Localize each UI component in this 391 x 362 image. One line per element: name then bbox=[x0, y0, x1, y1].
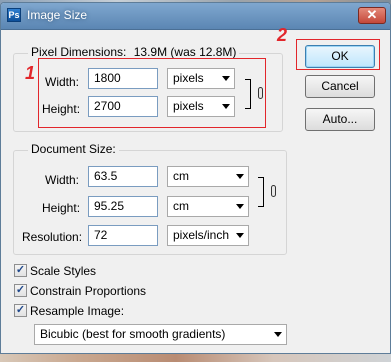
resample-image-label[interactable]: Resample Image: bbox=[30, 304, 124, 318]
document-size-label: Document Size: bbox=[28, 142, 119, 156]
scale-styles-checkbox[interactable]: ✓ bbox=[14, 264, 27, 277]
resolution-input[interactable]: 72 bbox=[88, 225, 158, 246]
document-height-unit-select[interactable]: cm bbox=[167, 196, 249, 217]
document-width-unit-value: cm bbox=[173, 169, 189, 183]
annotation-number-1: 1 bbox=[25, 63, 36, 83]
chain-link-icon bbox=[271, 185, 276, 197]
resample-method-value: Bicubic (best for smooth gradients) bbox=[40, 327, 226, 341]
document-link-bracket bbox=[258, 177, 264, 207]
chevron-down-icon bbox=[236, 204, 244, 209]
document-height-unit-value: cm bbox=[173, 199, 189, 213]
auto-button[interactable]: Auto... bbox=[305, 108, 375, 131]
scale-styles-label[interactable]: Scale Styles bbox=[30, 264, 96, 278]
pixel-dimensions-value: 13.9M (was 12.8M) bbox=[133, 45, 237, 59]
resample-image-checkbox[interactable]: ✓ bbox=[14, 304, 27, 317]
resample-method-select[interactable]: Bicubic (best for smooth gradients) bbox=[34, 324, 287, 345]
annotation-box-ok bbox=[296, 39, 380, 70]
close-button[interactable]: ✕ bbox=[358, 7, 386, 24]
chevron-down-icon bbox=[236, 174, 244, 179]
document-width-unit-select[interactable]: cm bbox=[167, 166, 249, 187]
constrain-proportions-checkbox[interactable]: ✓ bbox=[14, 284, 27, 297]
chevron-down-icon bbox=[274, 332, 282, 337]
cancel-button[interactable]: Cancel bbox=[305, 75, 375, 98]
pixel-dimensions-header: Pixel Dimensions: 13.9M (was 12.8M) bbox=[28, 45, 240, 59]
resolution-label: Resolution: bbox=[22, 230, 83, 244]
document-width-label: Width: bbox=[45, 173, 80, 187]
annotation-box-pixel-dimensions bbox=[38, 58, 266, 128]
constrain-proportions-label[interactable]: Constrain Proportions bbox=[30, 284, 146, 298]
document-width-input[interactable]: 63.5 bbox=[88, 166, 158, 187]
pixel-dimensions-label: Pixel Dimensions: bbox=[31, 45, 127, 59]
title-bar[interactable]: Ps Image Size ✕ bbox=[1, 3, 390, 30]
annotation-number-2: 2 bbox=[277, 25, 288, 45]
image-size-dialog: Ps Image Size ✕ Pixel Dimensions: 13.9M … bbox=[0, 2, 391, 354]
resolution-unit-select[interactable]: pixels/inch bbox=[167, 225, 249, 246]
document-height-label: Height: bbox=[42, 201, 81, 215]
document-height-input[interactable]: 95.25 bbox=[88, 196, 158, 217]
resolution-unit-value: pixels/inch bbox=[173, 228, 230, 242]
chevron-down-icon bbox=[236, 233, 244, 238]
window-title: Image Size bbox=[27, 8, 88, 22]
photoshop-app-icon: Ps bbox=[7, 8, 21, 22]
